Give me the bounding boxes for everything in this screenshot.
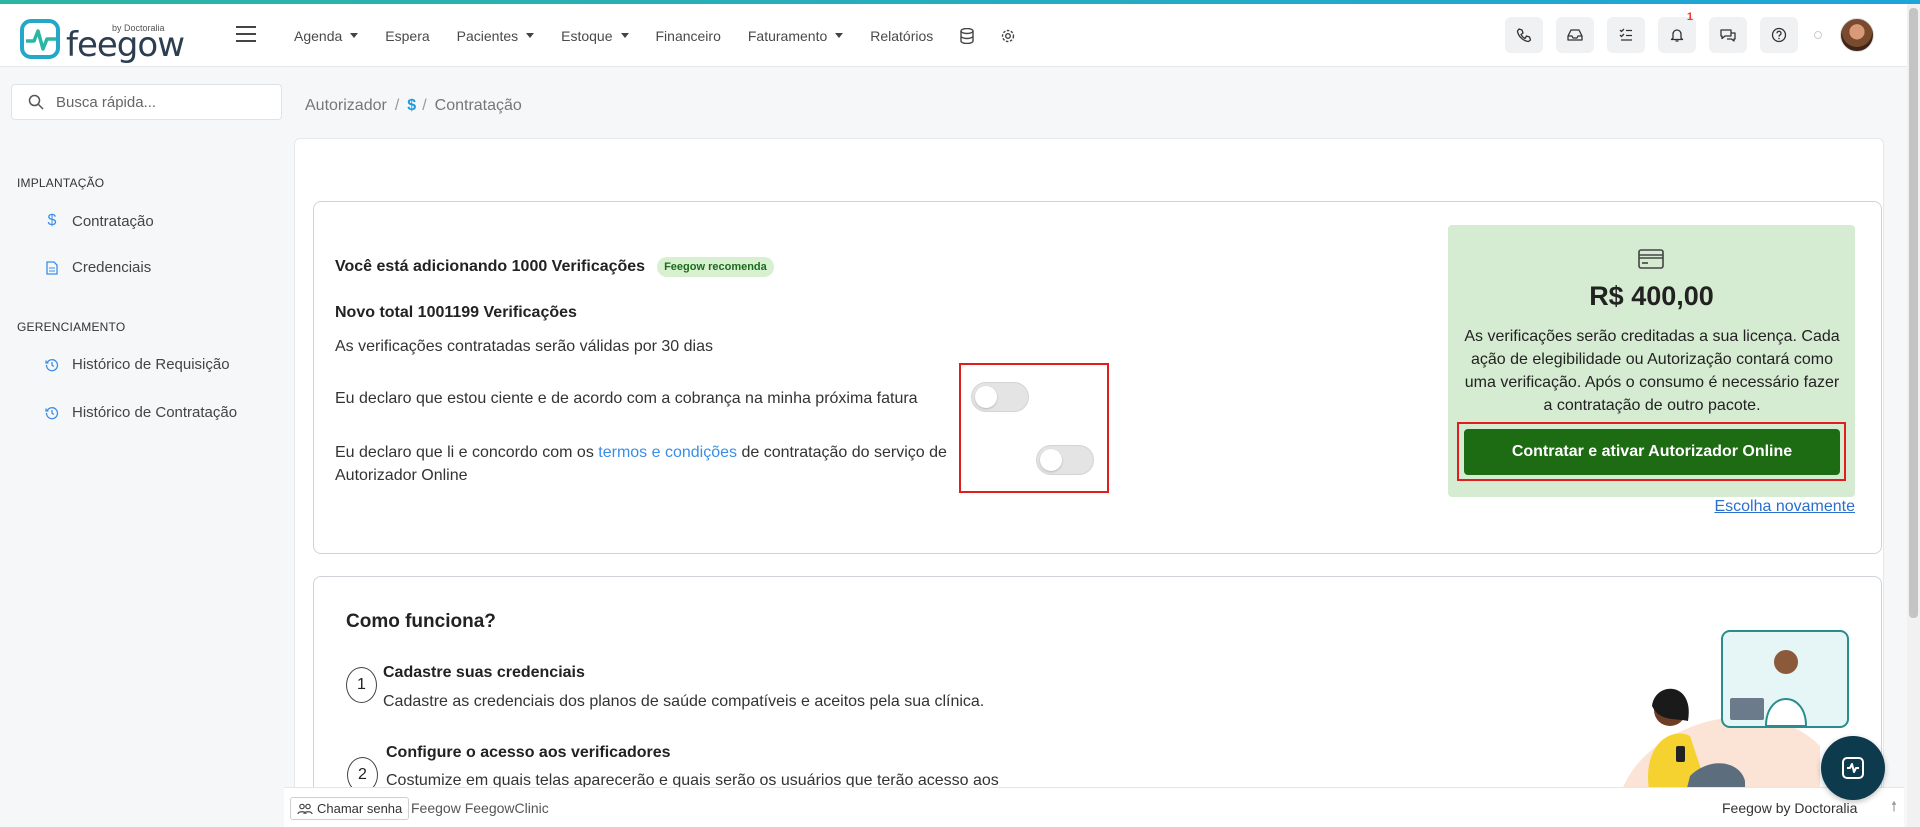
nav-agenda[interactable]: Agenda (294, 28, 359, 44)
chevron-down-icon (620, 33, 629, 38)
history-icon (44, 406, 60, 420)
footer-product-text: Feegow FeegowClinic (411, 800, 549, 816)
document-icon (44, 260, 60, 275)
notification-count-badge: 1 (1686, 11, 1693, 23)
dollar-icon: $ (407, 97, 417, 114)
choose-again-link[interactable]: Escolha novamente (1714, 498, 1855, 516)
header-tools: 1 (1492, 11, 1874, 53)
chevron-down-icon (526, 33, 535, 38)
checklist-icon[interactable] (1607, 17, 1645, 53)
nav-pacientes[interactable]: Pacientes (457, 28, 535, 44)
new-total-text: Novo total 1001199 Verificações (335, 304, 577, 321)
sidebar-item-historico-requisicao[interactable]: Histórico de Requisição (44, 356, 230, 373)
nav-estoque[interactable]: Estoque (561, 28, 629, 44)
user-avatar[interactable] (1840, 18, 1874, 52)
how-it-works-title: Como funciona? (346, 611, 496, 632)
declaration-terms-text: Eu declaro que li e concordo com os term… (335, 444, 947, 484)
history-icon (44, 358, 60, 372)
quick-search[interactable] (11, 84, 282, 120)
dollar-icon: $ (47, 212, 57, 229)
breadcrumb: Autorizador / $ / Contratação (305, 97, 522, 115)
chevron-down-icon (350, 33, 359, 38)
nav-espera[interactable]: Espera (385, 28, 429, 44)
database-icon[interactable] (960, 27, 974, 44)
credit-card-icon (1638, 249, 1664, 274)
page-scrollbar[interactable] (1907, 4, 1920, 827)
logo-text: feegow (66, 25, 185, 65)
main-nav: Agenda Espera Pacientes Estoque Financei… (294, 4, 1042, 67)
menu-toggle-icon[interactable] (236, 26, 256, 46)
chevron-down-icon (835, 33, 844, 38)
help-icon[interactable] (1760, 17, 1798, 53)
sidebar-item-contratacao[interactable]: $ Contratação (44, 212, 154, 230)
notifications-bell-icon[interactable]: 1 (1658, 11, 1696, 53)
top-navbar: by Doctoralia feegow Agenda Espera Pacie… (0, 4, 1920, 67)
sidebar-item-historico-contratacao[interactable]: Histórico de Contratação (44, 404, 237, 421)
validity-text: As verificações contratadas serão válida… (335, 338, 713, 355)
inbox-icon[interactable] (1556, 17, 1594, 53)
adding-verifications-text: Você está adicionando 1000 Verificações … (335, 257, 774, 277)
breadcrumb-root[interactable]: Autorizador (305, 97, 387, 115)
search-input[interactable] (56, 93, 256, 111)
sidebar-section-gerenciamento: GERENCIAMENTO (17, 320, 126, 334)
price-description: As verificações serão creditadas a sua l… (1464, 328, 1840, 414)
declaration-billing-text: Eu declaro que estou ciente e de acordo … (335, 390, 918, 407)
nav-relatorios[interactable]: Relatórios (870, 28, 933, 44)
footer-brand-text: Feegow by Doctoralia (1722, 800, 1858, 816)
chat-icon[interactable] (1709, 17, 1747, 53)
recommend-badge: Feegow recomenda (657, 257, 774, 277)
logo-mark-icon (20, 19, 60, 59)
search-icon (28, 94, 44, 110)
support-chat-button[interactable] (1821, 736, 1885, 800)
feegow-logo[interactable]: by Doctoralia feegow (20, 19, 185, 65)
step-title: Configure o acesso aos verificadores (386, 744, 671, 761)
sidebar-section-implantacao: IMPLANTAÇÃO (17, 176, 105, 190)
call-password-button[interactable]: Chamar senha (290, 797, 410, 820)
button-highlight-box (1457, 422, 1846, 481)
terms-link[interactable]: termos e condições (598, 444, 737, 461)
nav-faturamento[interactable]: Faturamento (748, 28, 844, 44)
support-icon (1842, 757, 1864, 779)
step-title: Cadastre suas credenciais (383, 664, 585, 681)
settings-gear-icon[interactable] (1000, 28, 1016, 44)
toggles-highlight-box (959, 363, 1109, 493)
phone-icon[interactable] (1505, 17, 1543, 53)
step-description: Cadastre as credenciais dos planos de sa… (383, 693, 985, 710)
price-value: R$ 400,00 (1589, 281, 1714, 311)
telemedicine-illustration-icon (1620, 630, 1849, 796)
sidebar-item-credenciais[interactable]: Credenciais (44, 259, 151, 276)
nav-financeiro[interactable]: Financeiro (656, 28, 721, 44)
breadcrumb-current: Contratação (434, 97, 522, 114)
scroll-top-icon[interactable]: 🠕 (1883, 797, 1905, 819)
step-number: 1 (346, 667, 377, 703)
users-icon (297, 803, 313, 814)
status-dot-icon (1814, 31, 1822, 39)
